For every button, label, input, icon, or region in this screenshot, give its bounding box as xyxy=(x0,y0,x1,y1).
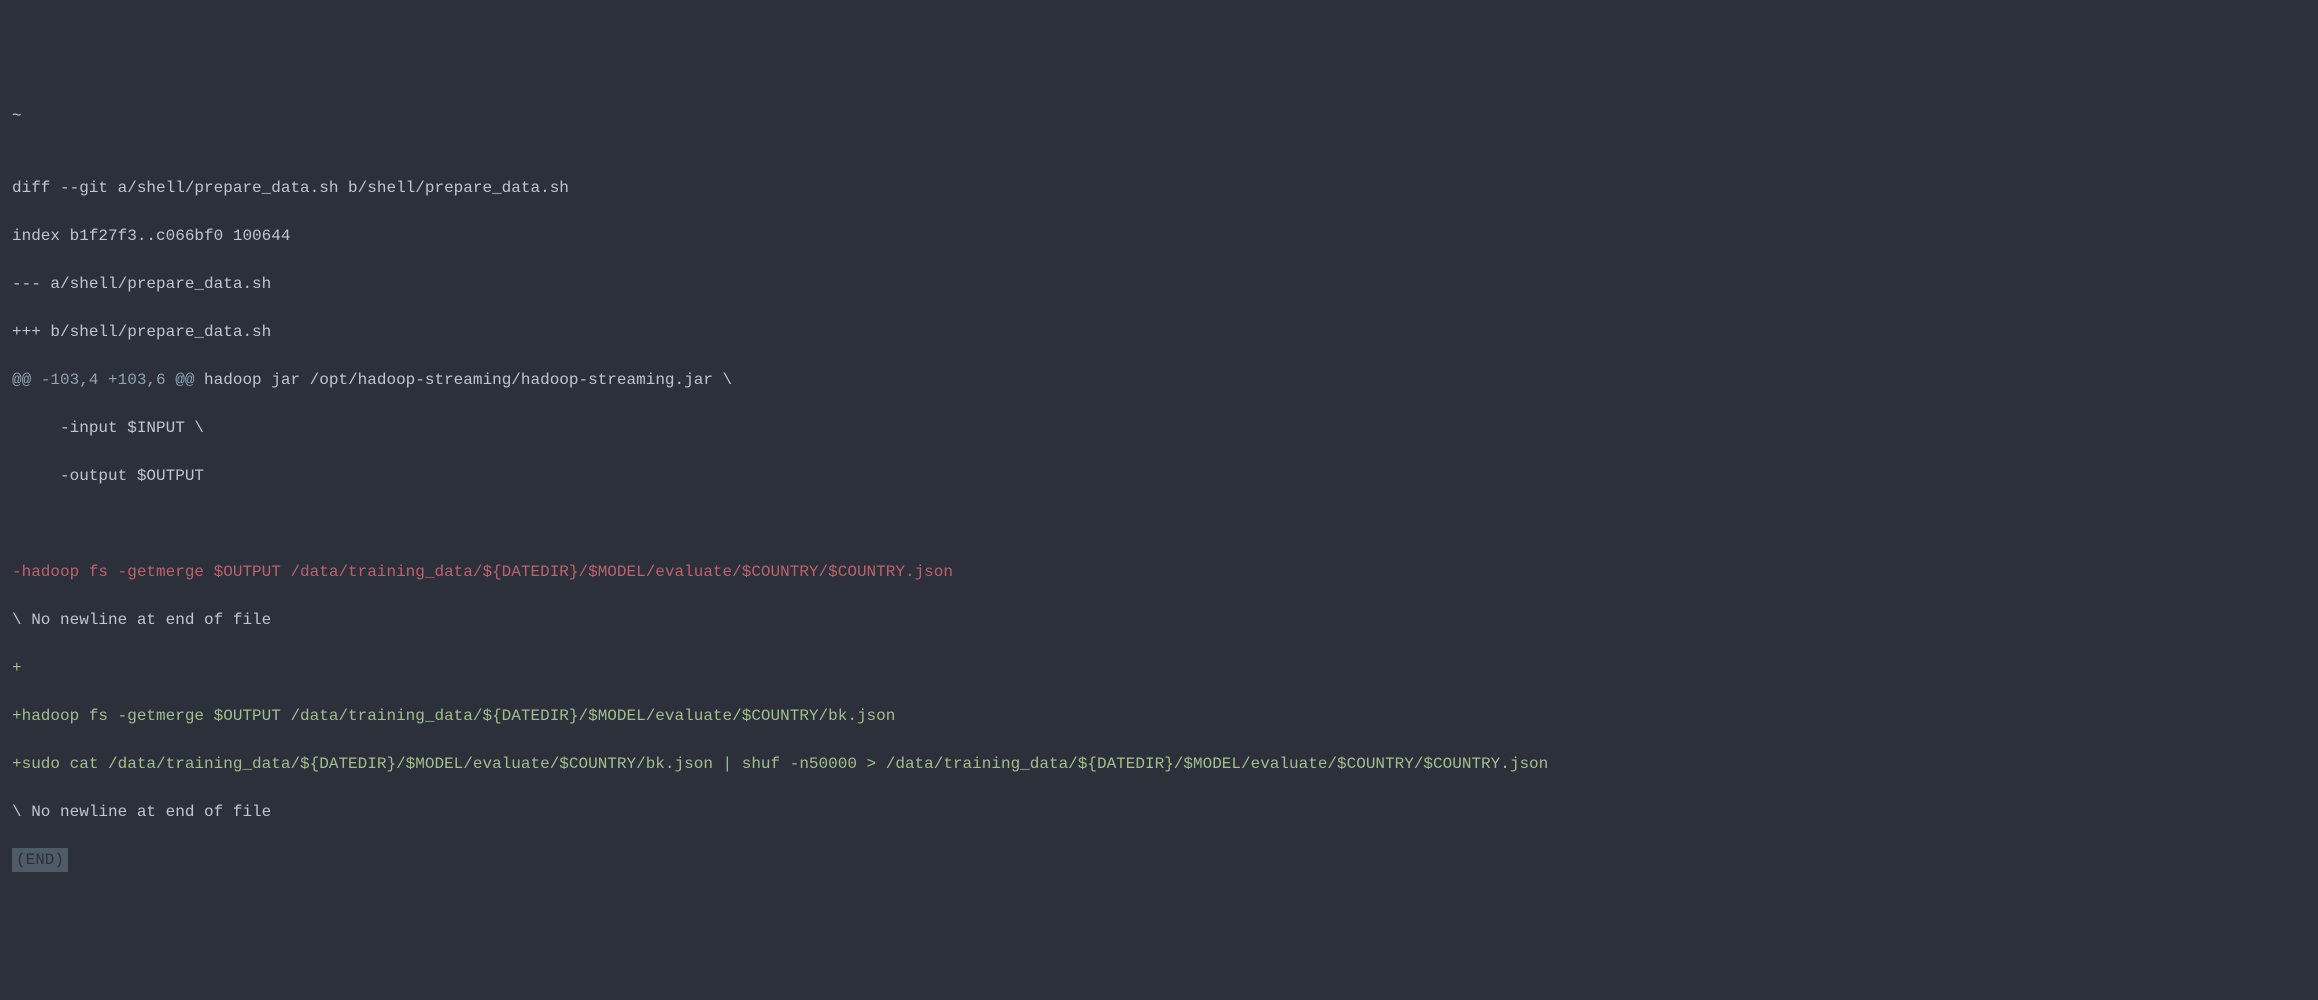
pager-status[interactable]: (END) xyxy=(12,848,68,872)
diff-added-line: +hadoop fs -getmerge $OUTPUT /data/train… xyxy=(12,704,2306,728)
diff-added-line: +sudo cat /data/training_data/${DATEDIR}… xyxy=(12,752,2306,776)
diff-context-line: -input $INPUT \ xyxy=(12,416,2306,440)
hunk-context-text: hadoop jar /opt/hadoop-streaming/hadoop-… xyxy=(194,371,732,389)
diff-to-file: +++ b/shell/prepare_data.sh xyxy=(12,320,2306,344)
diff-context-line: -output $OUTPUT xyxy=(12,464,2306,488)
diff-command-line: diff --git a/shell/prepare_data.sh b/she… xyxy=(12,176,2306,200)
diff-no-newline: \ No newline at end of file xyxy=(12,800,2306,824)
diff-context-line xyxy=(12,512,2306,536)
terminal-output: ~ diff --git a/shell/prepare_data.sh b/s… xyxy=(12,104,2306,872)
diff-added-line: + xyxy=(12,656,2306,680)
diff-from-file: --- a/shell/prepare_data.sh xyxy=(12,272,2306,296)
diff-index-line: index b1f27f3..c066bf0 100644 xyxy=(12,224,2306,248)
diff-removed-line: -hadoop fs -getmerge $OUTPUT /data/train… xyxy=(12,560,2306,584)
diff-hunk-header: @@ -103,4 +103,6 @@ hadoop jar /opt/hado… xyxy=(12,368,2306,392)
tilde-line: ~ xyxy=(12,104,2306,128)
hunk-range: @@ -103,4 +103,6 @@ xyxy=(12,371,194,389)
diff-no-newline: \ No newline at end of file xyxy=(12,608,2306,632)
